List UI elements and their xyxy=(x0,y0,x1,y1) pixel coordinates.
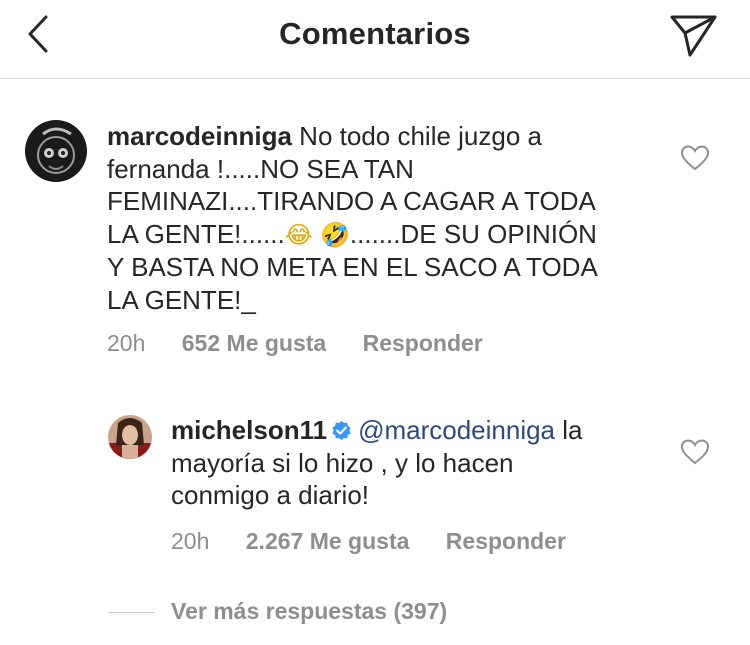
comment-line: FEMINAZI....TIRANDO A CAGAR A TODA xyxy=(107,186,596,216)
comment-line: Y BASTA NO META EN EL SACO A TODA xyxy=(107,252,598,282)
comment-body: marcodeinniga No todo chile juzgo a fern… xyxy=(107,120,667,316)
comment-line: LA GENTE!_ xyxy=(107,284,256,315)
comment-like-button[interactable] xyxy=(680,144,710,172)
avatar-image xyxy=(108,415,152,459)
reply-body: michelson11 @marcodeinniga la mayoría si … xyxy=(171,414,671,512)
reply-line: la xyxy=(562,415,583,445)
reply-time: 20h xyxy=(171,528,210,554)
comment-reply-button[interactable]: Responder xyxy=(363,330,483,356)
heart-icon xyxy=(680,145,710,171)
comment-meta: 20h 652 Me gusta Responder xyxy=(107,330,513,357)
reply-mention-link[interactable]: @marcodeinniga xyxy=(358,415,555,445)
paper-plane-icon xyxy=(670,15,717,57)
reply-username[interactable]: michelson11 xyxy=(171,415,327,445)
share-button[interactable] xyxy=(668,12,720,58)
laughing-emoji: 😂 xyxy=(284,220,313,249)
reply-likes-count[interactable]: 2.267 Me gusta xyxy=(246,528,410,554)
comment-likes-count[interactable]: 652 Me gusta xyxy=(182,330,326,356)
comment-line: .......DE SU OPINIÓN xyxy=(349,218,597,249)
page-title: Comentarios xyxy=(279,16,471,51)
rofl-emoji: 🤣 xyxy=(320,220,350,249)
comment-line: No todo chile juzgo a xyxy=(299,121,542,151)
reply-line: conmigo a diario! xyxy=(171,480,369,510)
reply-like-button[interactable] xyxy=(680,438,710,466)
view-more-replies-label: Ver más respuestas (397) xyxy=(171,598,448,624)
header-bar: Comentarios xyxy=(0,0,750,79)
heart-icon xyxy=(680,439,710,465)
comment-username[interactable]: marcodeinniga xyxy=(107,121,292,151)
avatar-image xyxy=(25,120,87,182)
reply-meta: 20h 2.267 Me gusta Responder xyxy=(171,528,596,555)
divider-line xyxy=(108,612,154,613)
reply-reply-button[interactable]: Responder xyxy=(446,528,566,554)
comment-line: LA GENTE!...... xyxy=(107,218,285,249)
reply-avatar[interactable] xyxy=(108,415,152,459)
reply-line: mayoría si lo hizo , y lo hacen xyxy=(171,447,514,478)
comment-line: fernanda !.....NO SEA TAN xyxy=(107,153,414,184)
verified-badge-icon xyxy=(332,420,351,441)
comment-time: 20h xyxy=(107,330,146,356)
avatar[interactable] xyxy=(25,120,87,182)
